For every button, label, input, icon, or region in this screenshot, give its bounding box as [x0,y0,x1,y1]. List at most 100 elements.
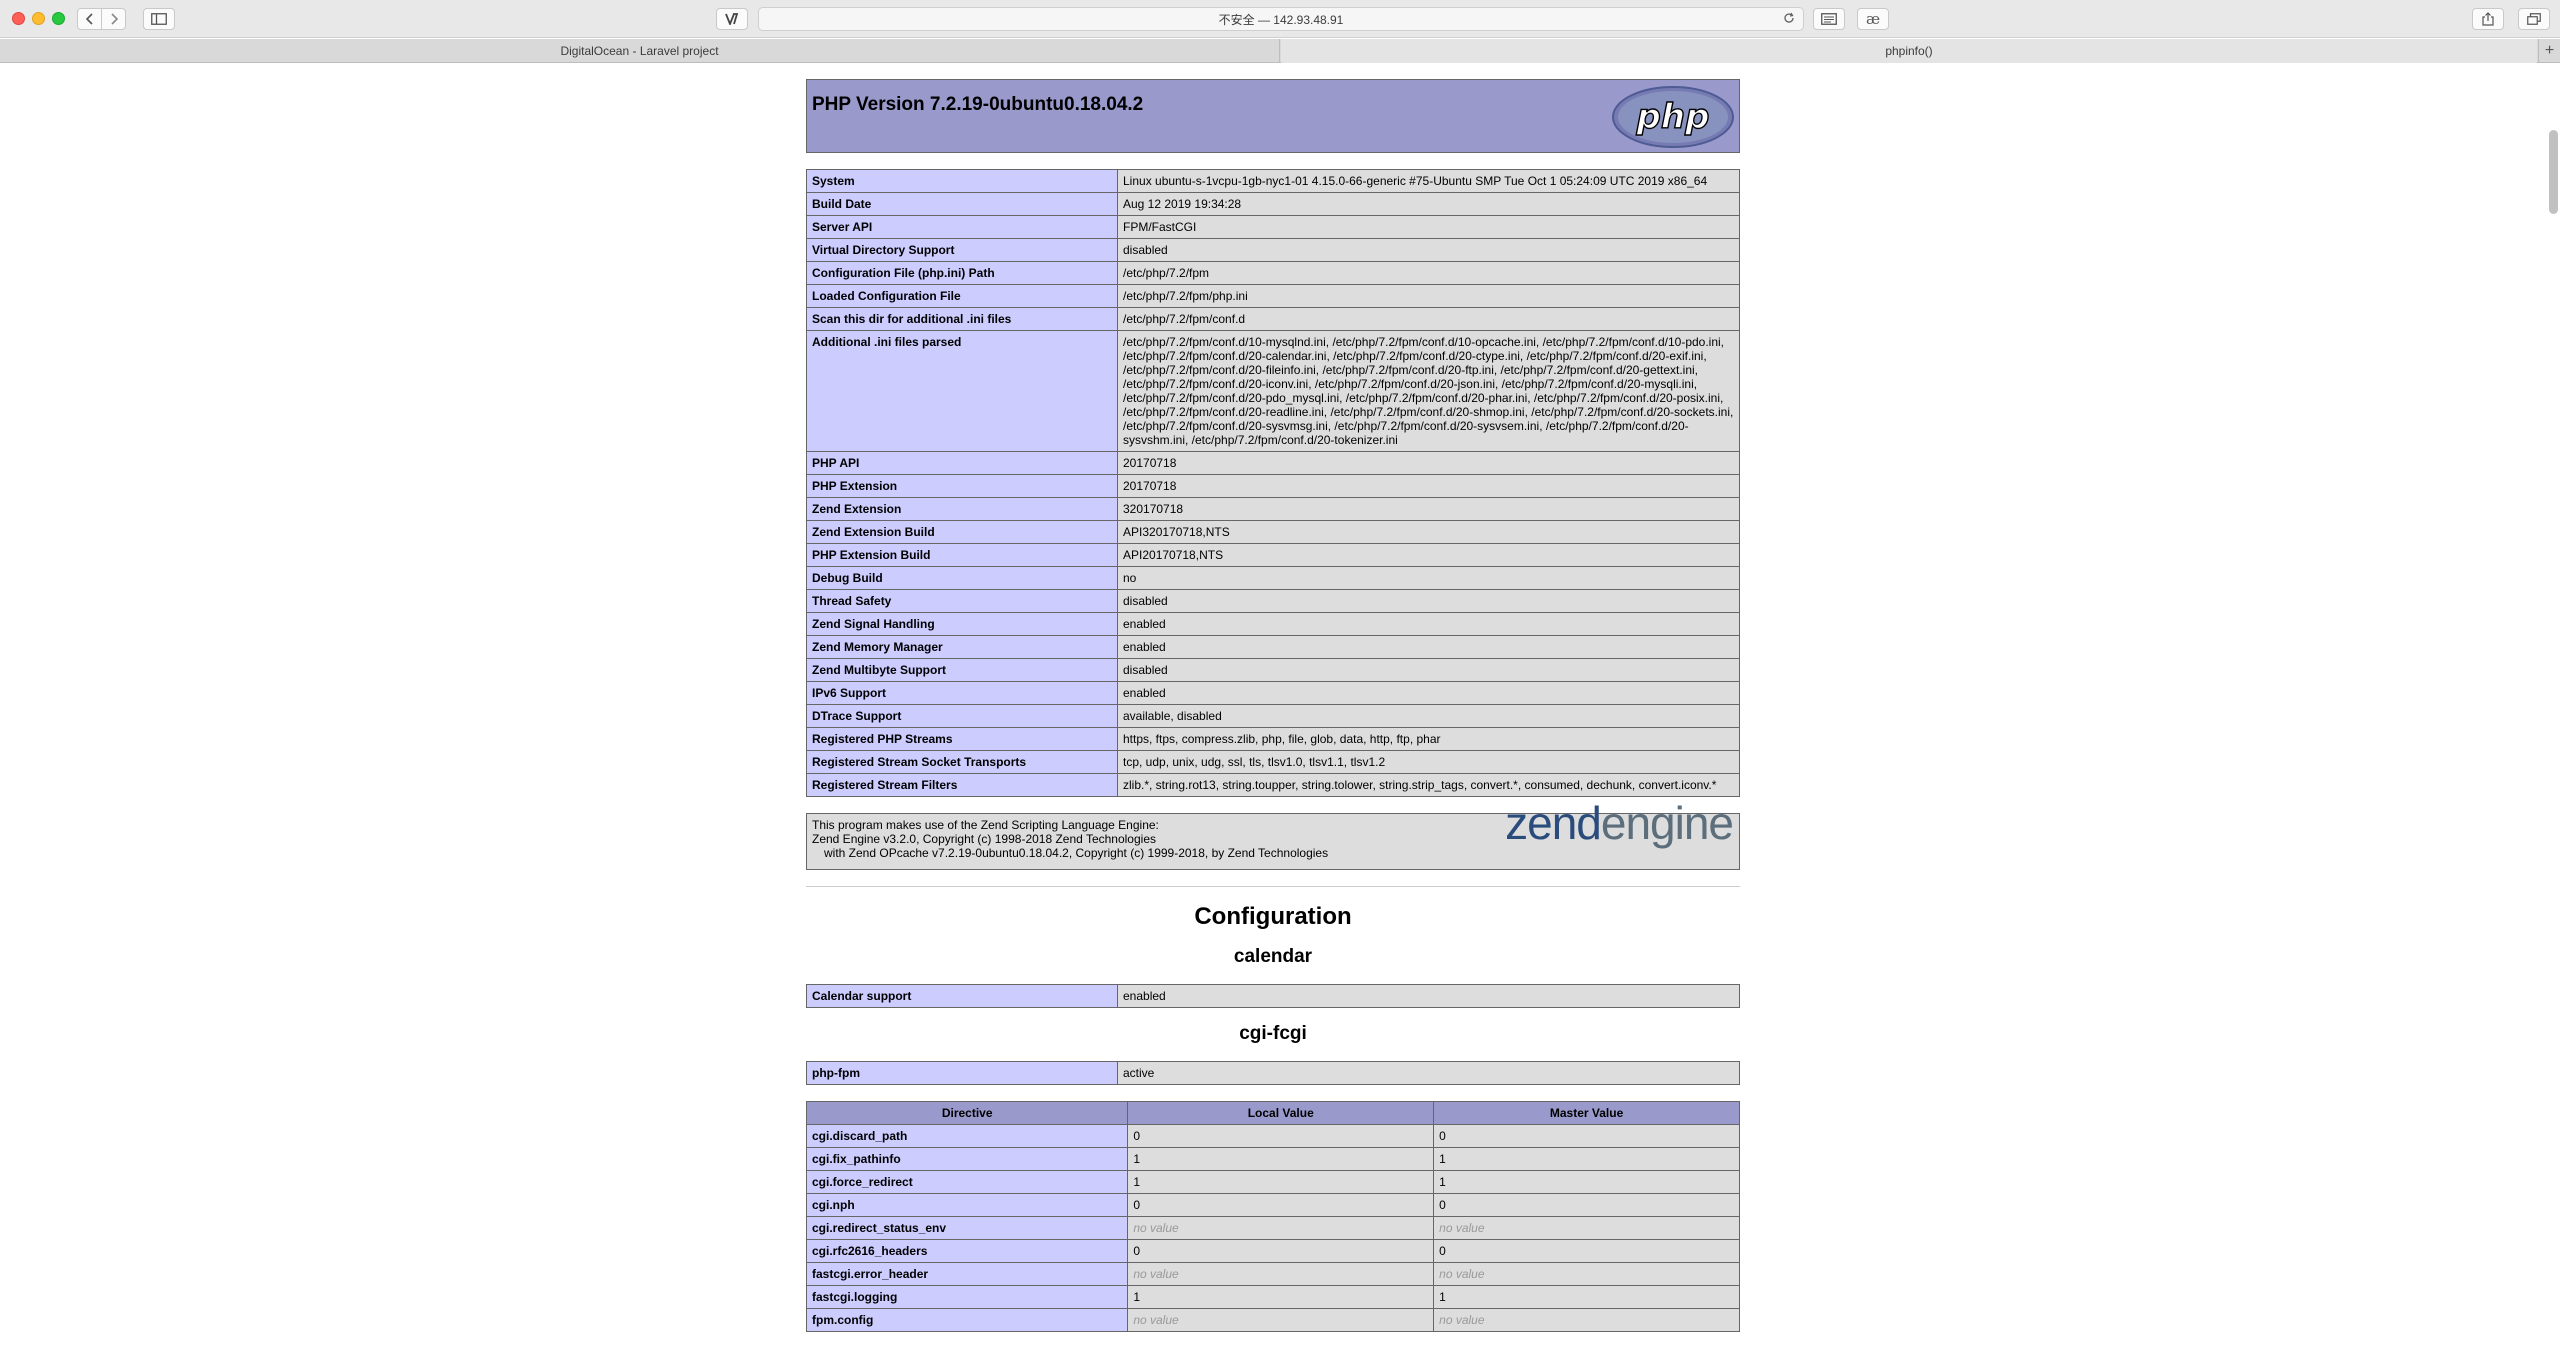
table-row: Registered Stream Socket Transports tcp, … [806,750,1740,774]
minimize-window-button[interactable] [32,12,45,25]
directives-header-row: Directive Local Value Master Value [805,1101,1740,1125]
row-value: https, ftps, compress.zlib, php, file, g… [1117,727,1740,751]
new-tab-button[interactable]: + [2538,39,2560,63]
directive-name: cgi.discard_path [805,1124,1129,1148]
row-label: Thread Safety [806,589,1118,613]
table-row: Zend Multibyte Support disabled [806,658,1740,682]
directive-row: fastcgi.error_header no value no value [805,1262,1740,1286]
sidebar-icon [151,13,167,25]
extension-ae-button[interactable]: æ [1857,8,1889,30]
php-logo-text: php [1636,97,1710,137]
directive-master-value: 1 [1433,1170,1740,1194]
directive-master-value: 1 [1433,1285,1740,1309]
calendar-table: Calendar support enabled [806,984,1740,1008]
table-row: Server API FPM/FastCGI [806,215,1740,239]
directive-local-value: no value [1127,1262,1435,1286]
table-row: DTrace Support available, disabled [806,704,1740,728]
row-value: 20170718 [1117,451,1740,475]
row-label: php-fpm [806,1061,1118,1085]
share-icon [2482,12,2494,26]
table-row: Registered Stream Filters zlib.*, string.… [806,773,1740,797]
directive-local-value: no value [1127,1216,1435,1240]
directive-row: cgi.nph 0 0 [805,1193,1740,1217]
extension-button[interactable] [716,8,748,30]
maximize-window-button[interactable] [52,12,65,25]
table-row: Virtual Directory Support disabled [806,238,1740,262]
cgi-fcgi-heading-link[interactable]: cgi-fcgi [1239,1023,1307,1044]
table-row: Zend Extension Build API320170718,NTS [806,520,1740,544]
tabs-overview-button[interactable] [2518,8,2550,30]
table-row: Build Date Aug 12 2019 19:34:28 [806,192,1740,216]
back-button[interactable] [77,8,102,30]
directive-local-value: no value [1127,1308,1435,1332]
vertical-scrollbar[interactable] [2549,130,2558,214]
table-row: PHP Extension 20170718 [806,474,1740,498]
row-label: PHP Extension Build [806,543,1118,567]
tab-phpinfo[interactable]: phpinfo() [1281,39,2537,63]
row-value: /etc/php/7.2/fpm [1117,261,1740,285]
tab-label: DigitalOcean - Laravel project [560,44,719,58]
table-row: Scan this dir for additional .ini files /… [806,307,1740,331]
sidebar-toggle-button[interactable] [143,8,175,30]
directive-local-value: 0 [1127,1124,1435,1148]
directive-master-value: 0 [1433,1193,1740,1217]
directive-name: cgi.rfc2616_headers [805,1239,1129,1263]
close-window-button[interactable] [12,12,25,25]
php-logo[interactable]: php [1611,85,1735,149]
row-label: Zend Memory Manager [806,635,1118,659]
forward-button[interactable] [101,8,126,30]
row-value: enabled [1117,612,1740,636]
row-value: Aug 12 2019 19:34:28 [1117,192,1740,216]
browser-toolbar: 不安全 — 142.93.48.91 æ [0,0,2560,38]
calendar-heading[interactable]: calendar [806,946,1740,968]
divider [806,886,1740,887]
directive-name: cgi.redirect_status_env [805,1216,1129,1240]
row-label: Build Date [806,192,1118,216]
row-value: FPM/FastCGI [1117,215,1740,239]
configuration-heading: Configuration [1194,903,1352,930]
row-value: available, disabled [1117,704,1740,728]
table-row: System Linux ubuntu-s-1vcpu-1gb-nyc1-01 4… [806,169,1740,193]
row-value: API320170718,NTS [1117,520,1740,544]
row-value: disabled [1117,238,1740,262]
table-row: Configuration File (php.ini) Path/etc/ph… [806,261,1740,285]
table-row: Debug Build no [806,566,1740,590]
reload-icon[interactable] [1783,11,1795,27]
row-label: Debug Build [806,566,1118,590]
share-button[interactable] [2472,8,2504,30]
reader-button[interactable] [1813,8,1845,30]
tab-laravel-project[interactable]: DigitalOcean - Laravel project [0,39,1280,63]
directive-master-value: no value [1433,1216,1740,1240]
table-row: php-fpm active [806,1061,1740,1085]
row-value: /etc/php/7.2/fpm/conf.d [1117,307,1740,331]
directive-name: fastcgi.logging [805,1285,1129,1309]
ae-icon: æ [1865,10,1881,28]
row-label: Registered PHP Streams [806,727,1118,751]
directive-row: cgi.rfc2616_headers 0 0 [805,1239,1740,1263]
directive-master-value: no value [1433,1308,1740,1332]
zend-engine-logo[interactable]: zendengine [1505,800,1734,846]
row-value: 320170718 [1117,497,1740,521]
row-label: Configuration File (php.ini) Path [806,261,1118,285]
directive-name: fpm.config [805,1308,1129,1332]
cgi-directives-table: Directive Local Value Master Value cgi.d… [805,1101,1740,1332]
directive-row: cgi.redirect_status_env no value no value [805,1216,1740,1240]
row-value: enabled [1117,635,1740,659]
table-row: Thread Safety disabled [806,589,1740,613]
table-row: Additional .ini files parsed/etc/php/7.2… [806,330,1740,452]
calendar-heading-link[interactable]: calendar [1234,946,1312,967]
row-value: active [1117,1061,1740,1085]
table-row: IPv6 Support enabled [806,681,1740,705]
directive-column-header: Directive [805,1101,1129,1125]
row-label: Virtual Directory Support [806,238,1118,262]
cgi-fcgi-heading[interactable]: cgi-fcgi [806,1023,1740,1045]
row-label: Loaded Configuration File [806,284,1118,308]
row-value: disabled [1117,658,1740,682]
row-value: Linux ubuntu-s-1vcpu-1gb-nyc1-01 4.15.0-… [1117,169,1740,193]
directive-master-value: 1 [1433,1147,1740,1171]
php-version-header: PHP Version 7.2.19-0ubuntu0.18.04.2 php [806,79,1740,153]
zend-engine-box: This program makes use of the Zend Scrip… [806,800,1740,870]
address-bar[interactable]: 不安全 — 142.93.48.91 [758,7,1804,31]
directive-row: cgi.force_redirect 1 1 [805,1170,1740,1194]
table-row: Loaded Configuration File/etc/php/7.2/fp… [806,284,1740,308]
